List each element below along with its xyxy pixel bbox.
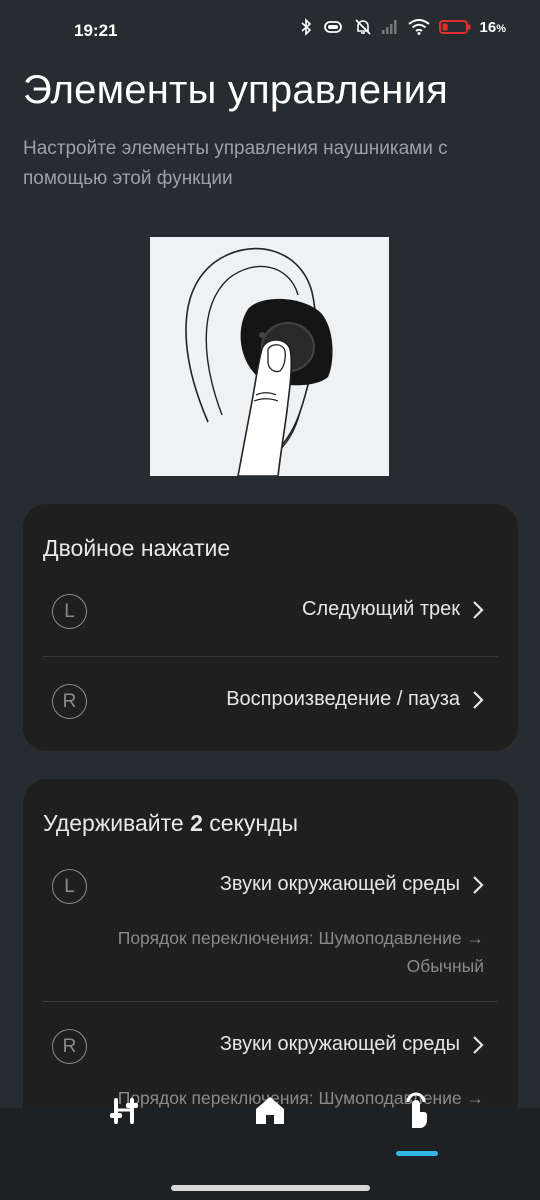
chevron-right-icon [473, 691, 484, 709]
double-tap-right-action: Воспроизведение / пауза [226, 688, 460, 710]
bluetooth-icon [301, 18, 311, 36]
double-tap-left-action: Следующий трек [302, 598, 460, 620]
page-subtitle: Настройте элементы управления наушниками… [23, 138, 448, 189]
double-tap-left-row[interactable]: L Следующий трек [43, 584, 498, 644]
nav-home[interactable] [240, 1080, 300, 1140]
chevron-right-icon [473, 876, 484, 894]
nav-active-indicator [396, 1151, 438, 1156]
status-bar: 19:21 16% [0, 0, 540, 60]
right-earbud-badge: R [52, 1029, 87, 1064]
battery-percent: 16% [479, 18, 506, 36]
hold-title: Удерживайте 2 секунды [43, 810, 299, 836]
vibrate-icon [323, 21, 342, 33]
hold-right-row[interactable]: R Звуки окружающей среды [43, 1019, 498, 1079]
touch-controls-icon [406, 1092, 427, 1128]
double-tap-title: Двойное нажатие [43, 535, 231, 561]
chevron-right-icon [473, 1036, 484, 1054]
chevron-right-icon [473, 601, 484, 619]
home-gesture-bar[interactable] [171, 1185, 370, 1191]
hold-left-action: Звуки окружающей среды [219, 873, 460, 895]
earbud-touch-illustration [150, 237, 389, 477]
divider [43, 656, 498, 657]
equalizer-icon [110, 1098, 138, 1124]
hold-left-detail: Порядок переключения: Шумоподавление → О… [117, 928, 484, 976]
nav-touch-controls[interactable] [386, 1080, 446, 1140]
home-icon [256, 1097, 284, 1124]
battery-icon [438, 20, 471, 34]
left-earbud-badge: L [52, 594, 87, 629]
left-earbud-badge: L [52, 869, 87, 904]
divider [43, 1001, 498, 1002]
mute-bell-icon [354, 19, 371, 35]
status-icons: 16% [300, 18, 506, 36]
wifi-icon [407, 19, 430, 35]
signal-icon [381, 20, 397, 34]
right-earbud-badge: R [52, 684, 87, 719]
double-tap-card: Двойное нажатие L Следующий трек R Воспр… [23, 504, 518, 751]
hold-left-row[interactable]: L Звуки окружающей среды [43, 859, 498, 919]
nav-equalizer[interactable] [94, 1080, 154, 1140]
status-time: 19:21 [74, 21, 118, 40]
hold-right-action: Звуки окружающей среды [219, 1033, 460, 1055]
double-tap-right-row[interactable]: R Воспроизведение / пауза [43, 674, 498, 734]
page-title: Элементы управления [23, 68, 448, 112]
